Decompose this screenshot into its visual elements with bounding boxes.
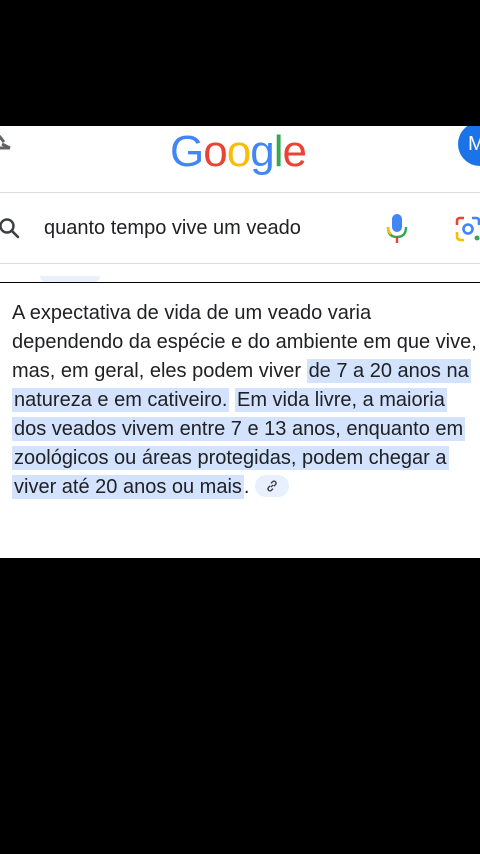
link-icon xyxy=(267,480,278,492)
source-link-button[interactable] xyxy=(255,474,290,497)
answer-trailing-period: . xyxy=(243,476,250,498)
search-results-panel: Google M quanto tempo vive um veado A ex… xyxy=(0,126,480,558)
logo-letter: e xyxy=(282,127,307,176)
google-lens-icon[interactable] xyxy=(454,215,480,243)
logo-letter: G xyxy=(170,127,204,176)
search-icon[interactable] xyxy=(0,217,20,239)
logo-letter: g xyxy=(250,127,275,176)
phone-screen: Google M quanto tempo vive um veado A ex… xyxy=(0,0,480,854)
microphone-icon[interactable] xyxy=(386,213,408,245)
section-divider xyxy=(0,282,480,283)
search-input[interactable] xyxy=(44,213,354,243)
search-bar[interactable] xyxy=(0,192,480,264)
logo-letter: o xyxy=(203,127,228,176)
logo-letter: l xyxy=(273,127,284,176)
logo-letter: o xyxy=(226,127,252,176)
google-logo[interactable]: Google xyxy=(170,127,307,176)
results-header: Google M xyxy=(0,126,480,192)
ai-answer-text: A expectativa de vida de um veado varia … xyxy=(12,299,478,502)
account-avatar[interactable]: M xyxy=(458,126,480,166)
menu-icon[interactable] xyxy=(0,128,18,154)
